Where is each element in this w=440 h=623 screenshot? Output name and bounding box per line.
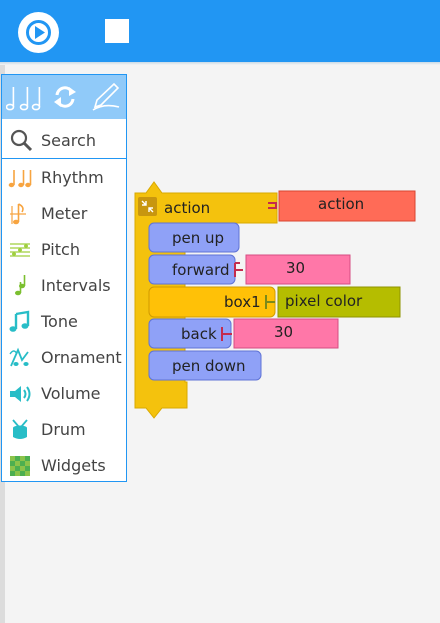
pen-up-label: pen up [172,229,225,247]
forward-value: 30 [286,259,306,277]
pixel-color-label: pixel color [285,292,363,310]
action-block-label: action [164,199,211,217]
pen-down-label: pen down [172,357,246,375]
forward-label: forward [172,261,230,279]
box-label: box1 [224,293,261,311]
action-name-value: action [318,195,365,213]
block-canvas [134,181,416,419]
back-label: back [181,325,217,343]
back-value: 30 [274,323,294,341]
collapse-icon[interactable] [138,197,157,216]
